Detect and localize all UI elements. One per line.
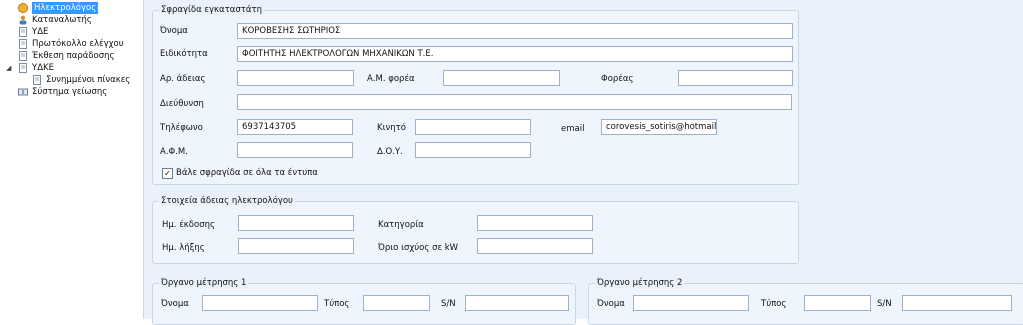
- meter-1-type-field[interactable]: [363, 295, 430, 311]
- document-icon: [18, 63, 28, 73]
- meter-2-type-field[interactable]: [804, 295, 871, 311]
- address-label: Διεύθυνση: [160, 99, 204, 109]
- meter-1-name-label: Όνομα: [161, 299, 189, 309]
- main-panel: Σφραγίδα εγκαταστάτη Όνομα ΚΟΡΟΒΕΣΗΣ ΣΩΤ…: [144, 0, 1023, 325]
- document-icon: [18, 39, 28, 49]
- collapse-toggle-icon[interactable]: ◢: [6, 64, 11, 72]
- license-number-label: Αρ. άδειας: [160, 74, 206, 84]
- meter-1-sn-label: S/N: [441, 299, 456, 309]
- name-label: Όνομα: [160, 26, 188, 36]
- meter-2-sn-label: S/N: [877, 299, 892, 309]
- body-label: Φορέας: [601, 74, 634, 84]
- category-field[interactable]: [477, 215, 593, 231]
- issue-date-label: Ημ. έκδοσης: [162, 220, 215, 230]
- meter-2-name-field[interactable]: [633, 295, 749, 311]
- afm-label: Α.Φ.Μ.: [160, 147, 188, 157]
- meter-2-name-label: Όνομα: [597, 299, 625, 309]
- body-field[interactable]: [678, 70, 793, 86]
- doy-field[interactable]: [415, 142, 531, 158]
- tree-item-label: Πρωτόκολλο ελέγχου: [32, 39, 124, 49]
- group-title: Στοιχεία άδειας ηλεκτρολόγου: [159, 196, 295, 206]
- license-number-field[interactable]: [237, 70, 354, 86]
- mobile-label: Κινητό: [377, 123, 406, 133]
- tree-item-label: Έκθεση παράδοσης: [32, 51, 115, 61]
- category-label: Κατηγορία: [378, 220, 424, 230]
- power-limit-label: Όριο ισχύος σε kW: [378, 243, 459, 253]
- license-details-group: Στοιχεία άδειας ηλεκτρολόγου Ημ. έκδοσης…: [152, 196, 799, 264]
- installer-stamp-group: Σφραγίδα εγκαταστάτη Όνομα ΚΟΡΟΒΕΣΗΣ ΣΩΤ…: [152, 5, 799, 185]
- meter-1-name-field[interactable]: [202, 295, 318, 311]
- grounding-icon: [18, 87, 28, 97]
- tree-item-label: Συνημμένοι πίνακες: [46, 75, 131, 85]
- meter-1-type-label: Τύπος: [324, 299, 350, 309]
- tree-item-label: Σύστημα γείωσης: [32, 87, 108, 97]
- meter-2-sn-field[interactable]: [902, 295, 1012, 311]
- name-field[interactable]: ΚΟΡΟΒΕΣΗΣ ΣΩΤΗΡΙΟΣ: [237, 23, 793, 39]
- apply-stamp-label: Βάλε σφραγίδα σε όλα τα έντυπα: [176, 168, 318, 178]
- navigation-tree: Ηλεκτρολόγος Καταναλωτής ΥΔΕ Πρωτόκολλο …: [0, 0, 144, 319]
- doy-label: Δ.Ο.Υ.: [377, 147, 403, 157]
- address-field[interactable]: [237, 94, 792, 110]
- phone-field[interactable]: 6937143705: [237, 119, 353, 135]
- afm-field[interactable]: [237, 142, 353, 158]
- am-body-field[interactable]: [443, 70, 560, 86]
- tree-item-label: Καταναλωτής: [32, 15, 92, 25]
- tree-item-label: Ηλεκτρολόγος: [32, 2, 99, 14]
- group-title: Όργανο μέτρησης 2: [595, 278, 685, 288]
- mobile-field[interactable]: [415, 119, 531, 135]
- email-label: email: [561, 124, 585, 134]
- issue-date-field[interactable]: [238, 215, 354, 231]
- person-icon: [18, 15, 28, 25]
- group-title: Σφραγίδα εγκαταστάτη: [159, 5, 264, 15]
- electrician-icon: [18, 3, 28, 13]
- am-body-label: Α.Μ. φορέα: [367, 74, 415, 84]
- expiry-date-label: Ημ. λήξης: [162, 243, 205, 253]
- meter-2-type-label: Τύπος: [761, 299, 787, 309]
- meter-1-sn-field[interactable]: [465, 295, 569, 311]
- specialty-field[interactable]: ΦΟΙΤΗΤΗΣ ΗΛΕΚΤΡΟΛΟΓΩΝ ΜΗΧΑΝΙΚΩΝ Τ.Ε.: [237, 46, 793, 62]
- phone-label: Τηλέφωνο: [160, 123, 203, 133]
- document-icon: [32, 75, 42, 85]
- group-title: Όργανο μέτρησης 1: [159, 278, 249, 288]
- specialty-label: Ειδικότητα: [160, 49, 208, 59]
- tree-item-label: ΥΔΚΕ: [32, 63, 54, 73]
- document-icon: [18, 51, 28, 61]
- power-limit-field[interactable]: [477, 238, 593, 254]
- tree-item-label: ΥΔΕ: [32, 27, 49, 37]
- email-field[interactable]: corovesis_sotiris@hotmail.gr: [601, 119, 717, 135]
- expiry-date-field[interactable]: [238, 238, 354, 254]
- document-icon: [18, 27, 28, 37]
- apply-stamp-checkbox[interactable]: ✓: [162, 168, 173, 179]
